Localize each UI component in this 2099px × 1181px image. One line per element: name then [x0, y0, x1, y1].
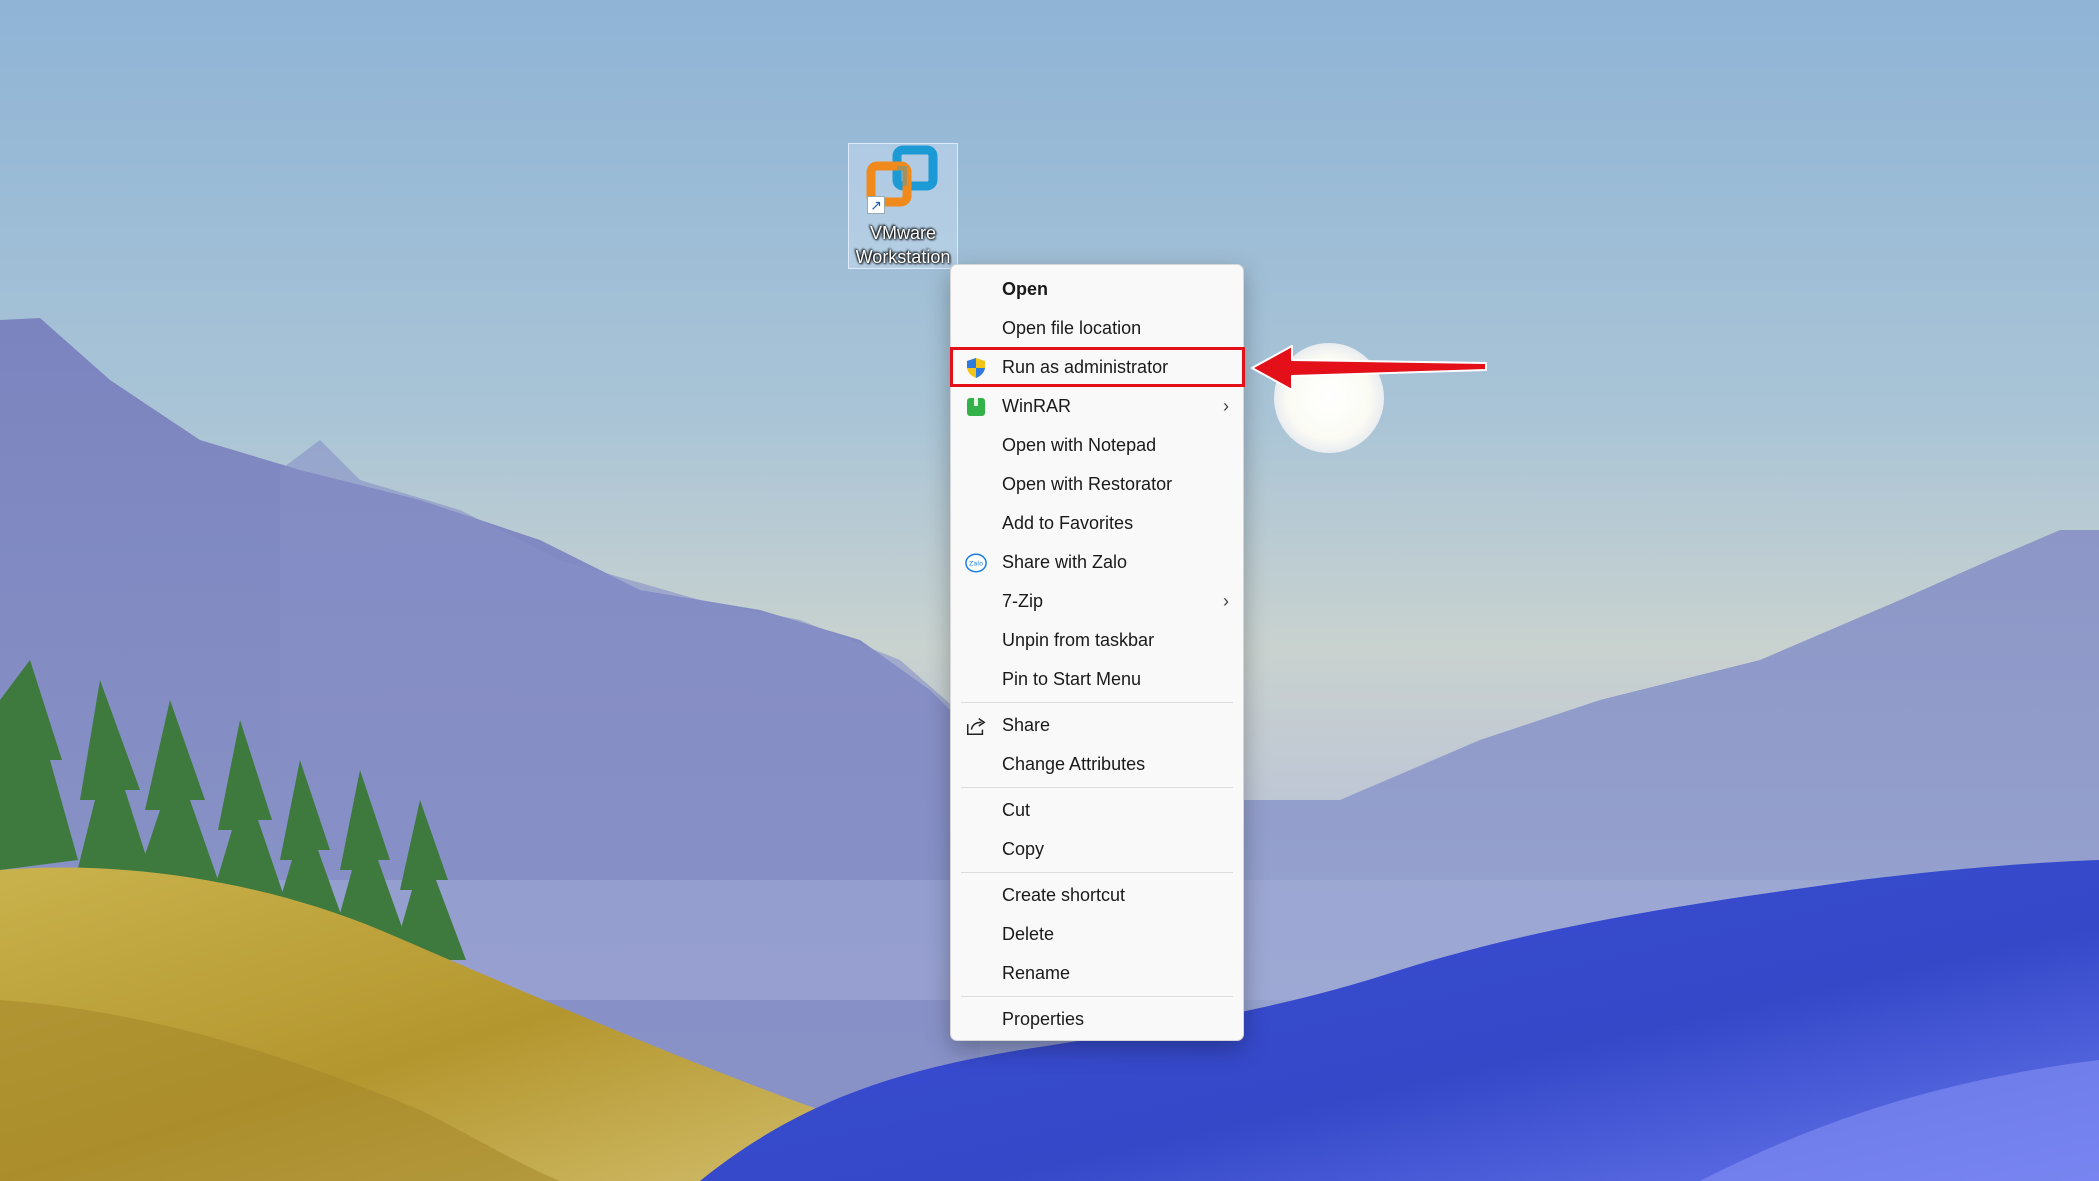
- menu-separator: [961, 702, 1233, 703]
- svg-text:Zalo: Zalo: [969, 560, 983, 568]
- menu-item-share[interactable]: Share: [951, 706, 1243, 745]
- menu-item-label: Add to Favorites: [1002, 513, 1134, 533]
- menu-item-7-zip[interactable]: 7-Zip ›: [951, 582, 1243, 621]
- menu-item-create-shortcut[interactable]: Create shortcut: [951, 876, 1243, 915]
- menu-separator: [961, 787, 1233, 788]
- menu-separator: [961, 872, 1233, 873]
- menu-item-label: Create shortcut: [1002, 885, 1126, 905]
- menu-item-label: 7-Zip: [1002, 591, 1044, 611]
- menu-separator: [961, 996, 1233, 997]
- menu-item-label: Properties: [1002, 1009, 1085, 1029]
- menu-item-label: Share: [1002, 715, 1051, 735]
- menu-item-label: WinRAR: [1002, 396, 1072, 416]
- submenu-chevron-icon: ›: [1223, 591, 1229, 611]
- shortcut-arrow-icon: ↗: [867, 196, 885, 214]
- menu-item-label: Copy: [1002, 839, 1045, 859]
- menu-item-delete[interactable]: Delete: [951, 915, 1243, 954]
- desktop-icon-label: VMware Workstation: [855, 223, 951, 267]
- menu-item-label: Change Attributes: [1002, 754, 1146, 774]
- menu-item-label: Rename: [1002, 963, 1071, 983]
- menu-item-label: Open with Restorator: [1002, 474, 1173, 494]
- menu-item-rename[interactable]: Rename: [951, 954, 1243, 993]
- menu-item-open[interactable]: Open: [951, 270, 1243, 309]
- menu-item-open-with-restorator[interactable]: Open with Restorator: [951, 465, 1243, 504]
- context-menu: Open Open file location Run as administr…: [950, 264, 1244, 1041]
- menu-item-copy[interactable]: Copy: [951, 830, 1243, 869]
- menu-item-add-to-favorites[interactable]: Add to Favorites: [951, 504, 1243, 543]
- menu-item-label: Cut: [1002, 800, 1031, 820]
- uac-shield-icon: [965, 357, 987, 379]
- menu-item-winrar[interactable]: WinRAR ›: [951, 387, 1243, 426]
- menu-item-pin-to-start-menu[interactable]: Pin to Start Menu: [951, 660, 1243, 699]
- menu-item-run-as-administrator[interactable]: Run as administrator: [951, 348, 1243, 387]
- vmware-workstation-shortcut[interactable]: ↗ VMware Workstation: [848, 143, 958, 269]
- share-icon: [965, 715, 987, 737]
- menu-item-share-with-zalo[interactable]: Zalo Share with Zalo: [951, 543, 1243, 582]
- menu-item-properties[interactable]: Properties: [951, 1000, 1243, 1039]
- menu-item-open-file-location[interactable]: Open file location: [951, 309, 1243, 348]
- menu-item-label: Delete: [1002, 924, 1055, 944]
- menu-item-label: Open file location: [1002, 318, 1142, 338]
- menu-item-label: Share with Zalo: [1002, 552, 1128, 572]
- menu-item-open-with-notepad[interactable]: Open with Notepad: [951, 426, 1243, 465]
- winrar-icon: [965, 396, 987, 418]
- menu-item-label: Unpin from taskbar: [1002, 630, 1155, 650]
- menu-item-label: Pin to Start Menu: [1002, 669, 1142, 689]
- menu-item-cut[interactable]: Cut: [951, 791, 1243, 830]
- menu-item-label: Open: [1002, 279, 1049, 299]
- menu-item-unpin-from-taskbar[interactable]: Unpin from taskbar: [951, 621, 1243, 660]
- menu-item-change-attributes[interactable]: Change Attributes: [951, 745, 1243, 784]
- annotation-red-arrow-icon: [1251, 345, 1487, 391]
- menu-item-label: Open with Notepad: [1002, 435, 1157, 455]
- submenu-chevron-icon: ›: [1223, 396, 1229, 416]
- menu-item-label: Run as administrator: [1002, 357, 1169, 377]
- zalo-icon: Zalo: [965, 552, 987, 574]
- desktop: ↗ VMware Workstation Open Open file loca…: [0, 0, 2099, 1181]
